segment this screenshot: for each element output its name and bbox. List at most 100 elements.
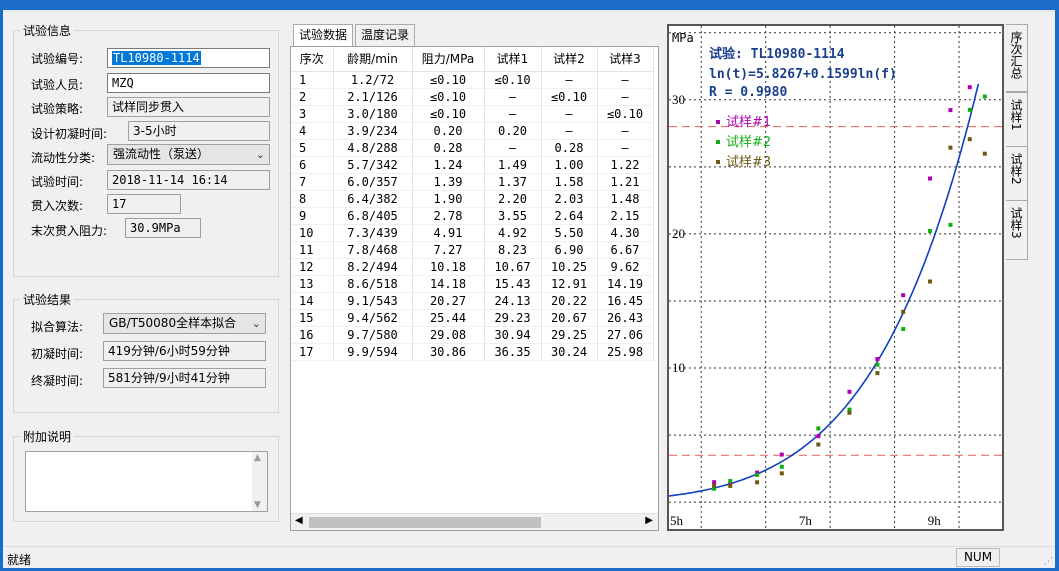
tab-sample-3[interactable]: 试样3 xyxy=(1006,200,1028,260)
data-point xyxy=(755,480,760,485)
x-tick-label: 9h xyxy=(928,513,942,528)
table-cell: 10.25 xyxy=(541,258,598,276)
table-cell: 8.6/518 xyxy=(333,275,413,293)
test-result-title: 试验结果 xyxy=(23,293,72,307)
table-row[interactable]: 9 6.8/405 2.78 3.55 2.64 2.15 xyxy=(291,207,654,225)
algo-select[interactable]: GB/T50080全样本拟合 ⌄ xyxy=(103,313,266,334)
chevron-down-icon: ⌄ xyxy=(251,317,261,330)
scroll-down-icon[interactable]: ▼ xyxy=(254,500,261,510)
data-point xyxy=(928,279,933,284)
design-time-field: 3-5小时 xyxy=(128,121,270,141)
scroll-thumb[interactable] xyxy=(309,517,541,528)
note-scrollbar[interactable]: ▲ ▼ xyxy=(252,452,267,511)
fluidity-label: 流动性分类: xyxy=(31,151,96,165)
horizontal-scrollbar[interactable]: ◀ ▶ xyxy=(291,513,658,530)
table-row[interactable]: 5 4.8/288 0.28—0.28— xyxy=(291,139,654,157)
table-cell: 2.64 xyxy=(541,207,598,225)
table-cell: 9.9/594 xyxy=(333,343,413,361)
table-cell: — xyxy=(597,88,654,106)
table-row[interactable]: 15 9.4/562 25.44 29.23 20.67 26.43 xyxy=(291,309,654,327)
table-row[interactable]: 11 7.8/468 7.27 8.23 6.90 6.67 xyxy=(291,241,654,259)
data-point xyxy=(712,483,717,488)
table-cell: 1.49 xyxy=(484,156,542,174)
table-cell: 11 xyxy=(291,241,334,259)
table-row[interactable]: 3 3.0/180 ≤0.10— — ≤0.10 xyxy=(291,105,654,123)
table-cell: — xyxy=(541,105,598,123)
table-cell: 9 xyxy=(291,207,334,225)
setting-curve-chart: 5h 7h 9h 10 20 30 MPa 试验: TL10980-1114 ln(t)=5.8… xyxy=(654,12,1002,529)
table-cell: 1.48 xyxy=(597,190,654,208)
status-bar: 就绪 NUM ⋰ xyxy=(3,546,1055,568)
note-title: 附加说明 xyxy=(23,430,72,444)
y-axis-unit: MPa xyxy=(672,31,694,45)
data-point xyxy=(982,94,987,99)
data-point xyxy=(816,426,821,431)
table-cell: 3 xyxy=(291,105,334,123)
table-cell: ≤0.10 xyxy=(541,88,598,106)
scroll-up-icon[interactable]: ▲ xyxy=(254,453,261,463)
table-cell: 3.55 xyxy=(484,207,542,225)
table-cell: ≤0.10 xyxy=(597,105,654,123)
table-cell: 4.92 xyxy=(484,224,542,242)
table-row[interactable]: 8 6.4/382 1.90 2.20 2.03 1.48 xyxy=(291,190,654,208)
scroll-left-icon[interactable]: ◀ xyxy=(295,515,303,526)
table-row[interactable]: 2 2.1/126 ≤0.10— ≤0.10— xyxy=(291,88,654,106)
table-cell: 25.98 xyxy=(597,343,654,361)
table-cell: 1.24 xyxy=(412,156,485,174)
table-cell: 25.44 xyxy=(412,309,485,327)
test-time-field: 2018-11-14 16:14 xyxy=(107,170,270,190)
table-row[interactable]: 16 9.7/580 29.08 30.94 29.25 27.06 xyxy=(291,326,654,344)
tester-field[interactable]: MZQ xyxy=(107,73,270,93)
table-cell: 2.78 xyxy=(412,207,485,225)
table-cell: 4 xyxy=(291,122,334,140)
note-textarea[interactable]: ▲ ▼ xyxy=(25,451,268,512)
tab-sample-2[interactable]: 试样2 xyxy=(1006,146,1028,206)
table-cell: 5 xyxy=(291,139,334,157)
table-row[interactable]: 7 6.0/357 1.39 1.37 1.58 1.21 xyxy=(291,173,654,191)
tab-summary[interactable]: 序次汇总 xyxy=(1006,24,1028,92)
col-header[interactable]: 试样1 xyxy=(484,47,542,72)
table-cell: 14.19 xyxy=(597,275,654,293)
data-point xyxy=(982,151,987,156)
tab-temperature[interactable]: 温度记录 xyxy=(355,24,416,46)
table-cell: 0.28 xyxy=(412,139,485,157)
table-cell: — xyxy=(541,71,598,89)
table-cell: 2.15 xyxy=(597,207,654,225)
table-row[interactable]: 17 9.9/594 30.86 36.35 30.24 25.98 xyxy=(291,343,654,361)
col-header[interactable]: 龄期/min xyxy=(333,47,413,72)
table-row[interactable]: 14 9.1/543 20.27 24.13 20.22 16.45 xyxy=(291,292,654,310)
table-cell: 9.1/543 xyxy=(333,292,413,310)
data-point xyxy=(948,108,953,113)
table-cell: 1.37 xyxy=(484,173,542,191)
table-row[interactable]: 4 3.9/234 0.20 0.20— — xyxy=(291,122,654,140)
table-row[interactable]: 6 5.7/342 1.24 1.49 1.00 1.22 xyxy=(291,156,654,174)
resize-grip-icon[interactable]: ⋰ xyxy=(1044,557,1053,567)
chart-panel: 5h 7h 9h 10 20 30 MPa 试验: TL10980-1114 ln(t)=5.8… xyxy=(654,12,1004,531)
table-cell: 17 xyxy=(291,343,334,361)
test-no-field[interactable]: TL10980-1114 xyxy=(107,48,270,68)
col-header[interactable]: 试样3 xyxy=(597,47,654,72)
table-cell: 0.28 xyxy=(541,139,598,157)
table-cell: 4.30 xyxy=(597,224,654,242)
fluidity-select[interactable]: 强流动性（泵送） ⌄ xyxy=(107,144,270,165)
col-header[interactable]: 试样2 xyxy=(541,47,598,72)
table-cell: 0.20 xyxy=(412,122,485,140)
table-row[interactable]: 12 8.2/494 10.18 10.67 10.25 9.62 xyxy=(291,258,654,276)
table-row[interactable]: 10 7.3/439 4.91 4.92 5.50 4.30 xyxy=(291,224,654,242)
table-cell: — xyxy=(541,122,598,140)
design-time-label: 设计初凝时间: xyxy=(31,127,108,141)
data-point xyxy=(816,442,821,447)
table-row[interactable]: 1 1.2/72 ≤0.10 ≤0.10— — xyxy=(291,71,654,89)
data-point xyxy=(901,309,906,314)
tab-test-data[interactable]: 试验数据 xyxy=(293,24,354,46)
table-cell: 10.67 xyxy=(484,258,542,276)
table-row[interactable]: 13 8.6/518 14.18 15.43 12.91 14.19 xyxy=(291,275,654,293)
tab-sample-1[interactable]: 试样1 xyxy=(1006,92,1028,152)
final-set-field: 581分钟/9小时41分钟 xyxy=(103,368,266,388)
last-resist-field: 30.9MPa xyxy=(125,218,201,238)
col-header[interactable]: 阻力/MPa xyxy=(412,47,485,72)
table-cell: 20.22 xyxy=(541,292,598,310)
col-header[interactable]: 序次 xyxy=(291,47,334,72)
scroll-right-icon[interactable]: ▶ xyxy=(645,515,653,526)
initial-set-label: 初凝时间: xyxy=(31,347,84,361)
